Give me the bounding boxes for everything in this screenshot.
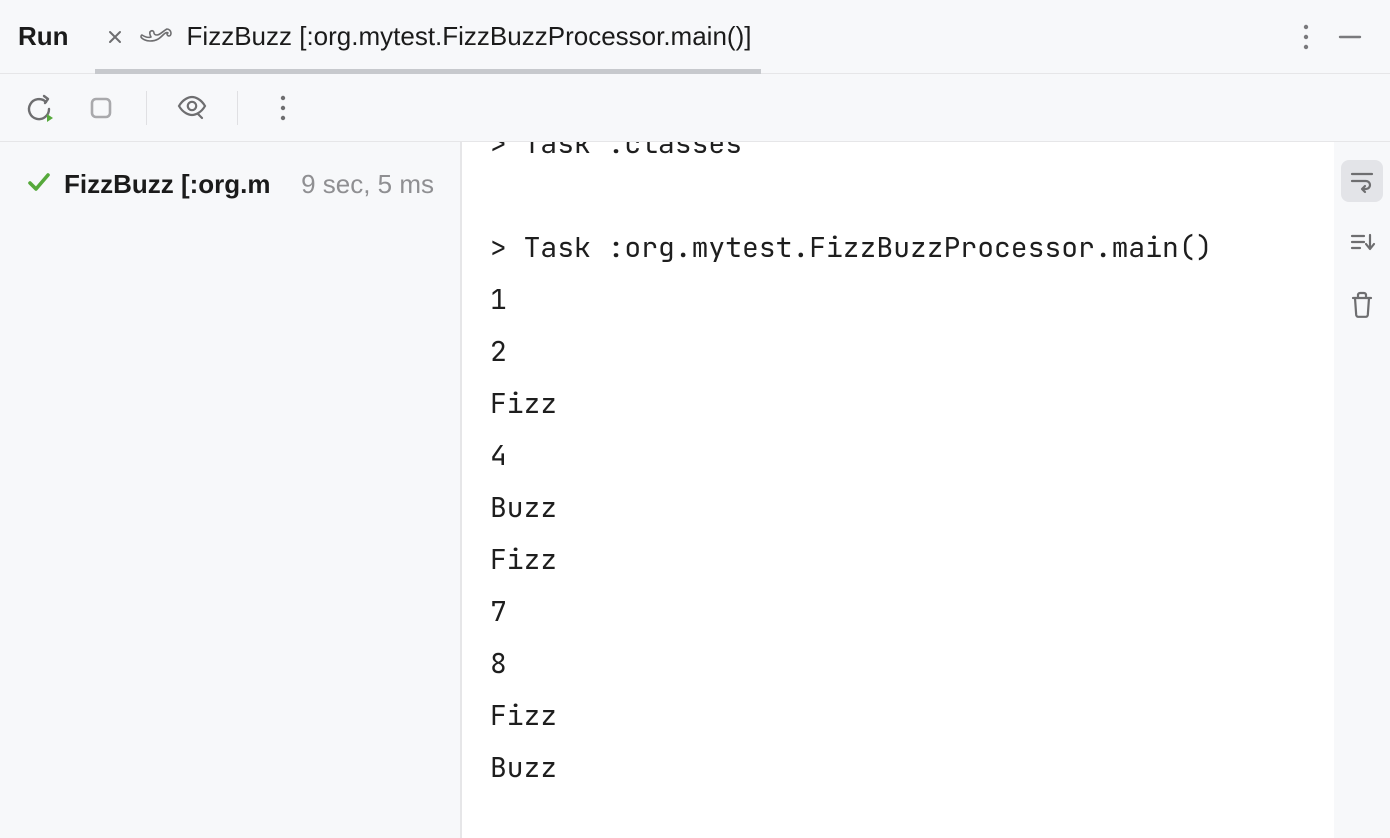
tree-node-duration: 9 sec, 5 ms bbox=[293, 169, 434, 200]
soft-wrap-button[interactable] bbox=[1341, 160, 1383, 202]
run-config-tab[interactable]: FizzBuzz [:org.mytest.FizzBuzzProcessor.… bbox=[95, 1, 762, 73]
separator bbox=[237, 91, 238, 125]
rerun-button[interactable] bbox=[16, 85, 62, 131]
view-button[interactable] bbox=[169, 85, 215, 131]
toolwindow-title: Run bbox=[18, 21, 69, 52]
run-toolbar bbox=[0, 74, 1390, 142]
kebab-menu-button[interactable] bbox=[1284, 15, 1328, 59]
run-tree-panel: FizzBuzz [:org.m 9 sec, 5 ms bbox=[0, 142, 462, 838]
tree-node[interactable]: FizzBuzz [:org.m 9 sec, 5 ms bbox=[16, 162, 444, 206]
separator bbox=[146, 91, 147, 125]
gradle-icon bbox=[139, 26, 173, 48]
close-icon[interactable] bbox=[105, 27, 125, 47]
more-actions-button[interactable] bbox=[260, 85, 306, 131]
console-gutter bbox=[1334, 142, 1390, 838]
run-config-tab-label: FizzBuzz [:org.mytest.FizzBuzzProcessor.… bbox=[187, 21, 752, 52]
clear-button[interactable] bbox=[1341, 284, 1383, 326]
console-output[interactable]: > Task :classes > Task :org.mytest.FizzB… bbox=[462, 142, 1334, 814]
minimize-button[interactable] bbox=[1328, 15, 1372, 59]
scroll-to-end-button[interactable] bbox=[1341, 222, 1383, 264]
tree-node-label: FizzBuzz [:org.m bbox=[64, 169, 271, 200]
console-panel[interactable]: > Task :classes > Task :org.mytest.FizzB… bbox=[462, 142, 1334, 838]
stop-button[interactable] bbox=[78, 85, 124, 131]
run-tab-bar: Run FizzBuzz [:org.mytest.FizzBuzzProces… bbox=[0, 0, 1390, 74]
success-check-icon bbox=[26, 169, 52, 200]
